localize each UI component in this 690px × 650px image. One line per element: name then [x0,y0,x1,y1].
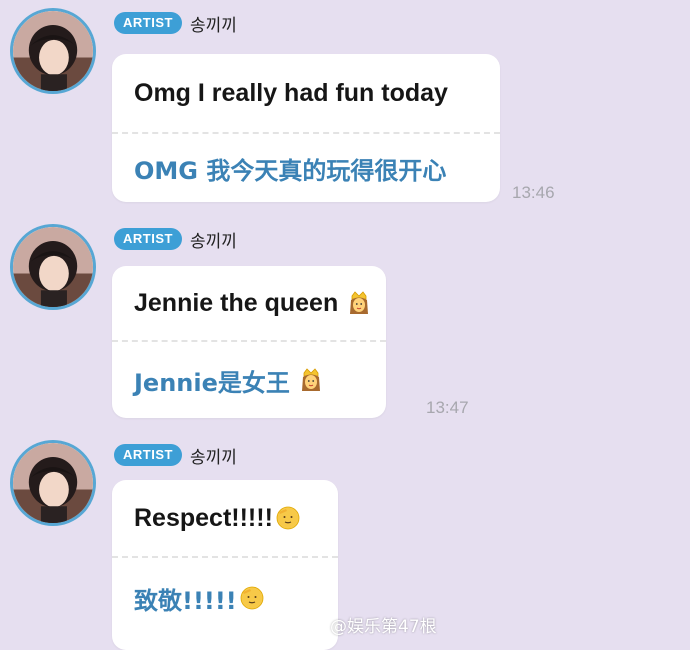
message-text-cn: 致敬!!!!! [134,586,237,615]
artist-badge: ARTIST [114,444,182,466]
message-text-original: Respect!!!!! [134,480,301,556]
avatar[interactable] [10,440,96,526]
message-header: ARTIST 송끼끼 [114,442,237,468]
message-text-en: Jennie the queen [134,288,339,317]
sender-name: 송끼끼 [189,447,237,468]
avatar[interactable] [10,224,96,310]
message-header: ARTIST 송끼끼 [114,226,237,252]
message-bubble[interactable]: Jennie the queen Jennie是女王 [112,266,386,418]
message-timestamp: 13:47 [426,398,469,417]
sender-name: 송끼끼 [189,15,237,36]
artist-badge: ARTIST [114,228,182,250]
saluting-face-emoji [239,585,265,611]
message-text-original: Jennie the queen [134,266,372,340]
message-text-translation: OMG 我今天真的玩得很开心 [134,134,446,202]
avatar[interactable] [10,8,96,94]
message-text-original: Omg I really had fun today [134,54,448,132]
message-text-en: Respect!!!!! [134,503,273,532]
message-header: ARTIST 송끼끼 [114,10,237,36]
sender-name: 송끼끼 [189,231,237,252]
watermark: @娱乐第47根 [304,612,437,637]
message-timestamp: 13:46 [512,183,555,202]
watermark-text: @娱乐第47根 [330,617,437,637]
weibo-logo-icon [304,616,326,634]
message-text-en: Omg I really had fun today [134,78,448,107]
message-text-translation: Jennie是女王 [134,342,324,418]
crowned-woman-emoji [346,290,372,316]
message-text-cn: OMG 我今天真的玩得很开心 [134,156,447,185]
message-text-translation: 致敬!!!!! [134,558,265,638]
message-bubble[interactable]: Omg I really had fun today OMG 我今天真的玩得很开… [112,54,500,202]
artist-badge: ARTIST [114,12,182,34]
crowned-woman-emoji [298,367,324,393]
saluting-face-emoji [275,505,301,531]
message-text-cn: Jennie是女王 [134,368,290,397]
